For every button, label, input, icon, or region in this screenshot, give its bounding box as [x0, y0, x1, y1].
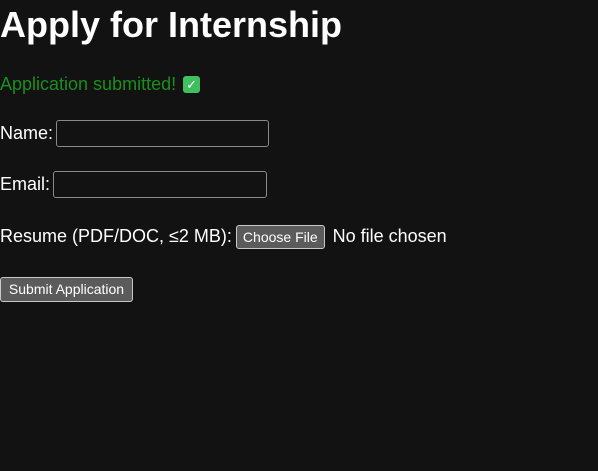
resume-label: Resume (PDF/DOC, ≤2 MB):	[0, 226, 232, 246]
resume-row: Resume (PDF/DOC, ≤2 MB): Choose File No …	[0, 223, 447, 250]
status-text: Application submitted!	[0, 74, 177, 94]
status-message: Application submitted! ✓	[0, 73, 201, 95]
page: Apply for Internship Application submitt…	[0, 0, 598, 471]
email-label: Email:	[0, 174, 51, 194]
email-input[interactable]	[53, 171, 268, 198]
choose-file-button[interactable]: Choose File	[235, 224, 325, 249]
file-status-text: No file chosen	[332, 226, 447, 246]
name-input[interactable]	[56, 120, 270, 147]
name-row: Name:	[0, 120, 270, 147]
submit-application-button[interactable]: Submit Application	[0, 277, 133, 302]
name-label: Name:	[0, 123, 54, 143]
email-row: Email:	[0, 171, 268, 198]
page-title: Apply for Internship	[0, 4, 342, 45]
check-mark-icon: ✓	[183, 75, 201, 93]
